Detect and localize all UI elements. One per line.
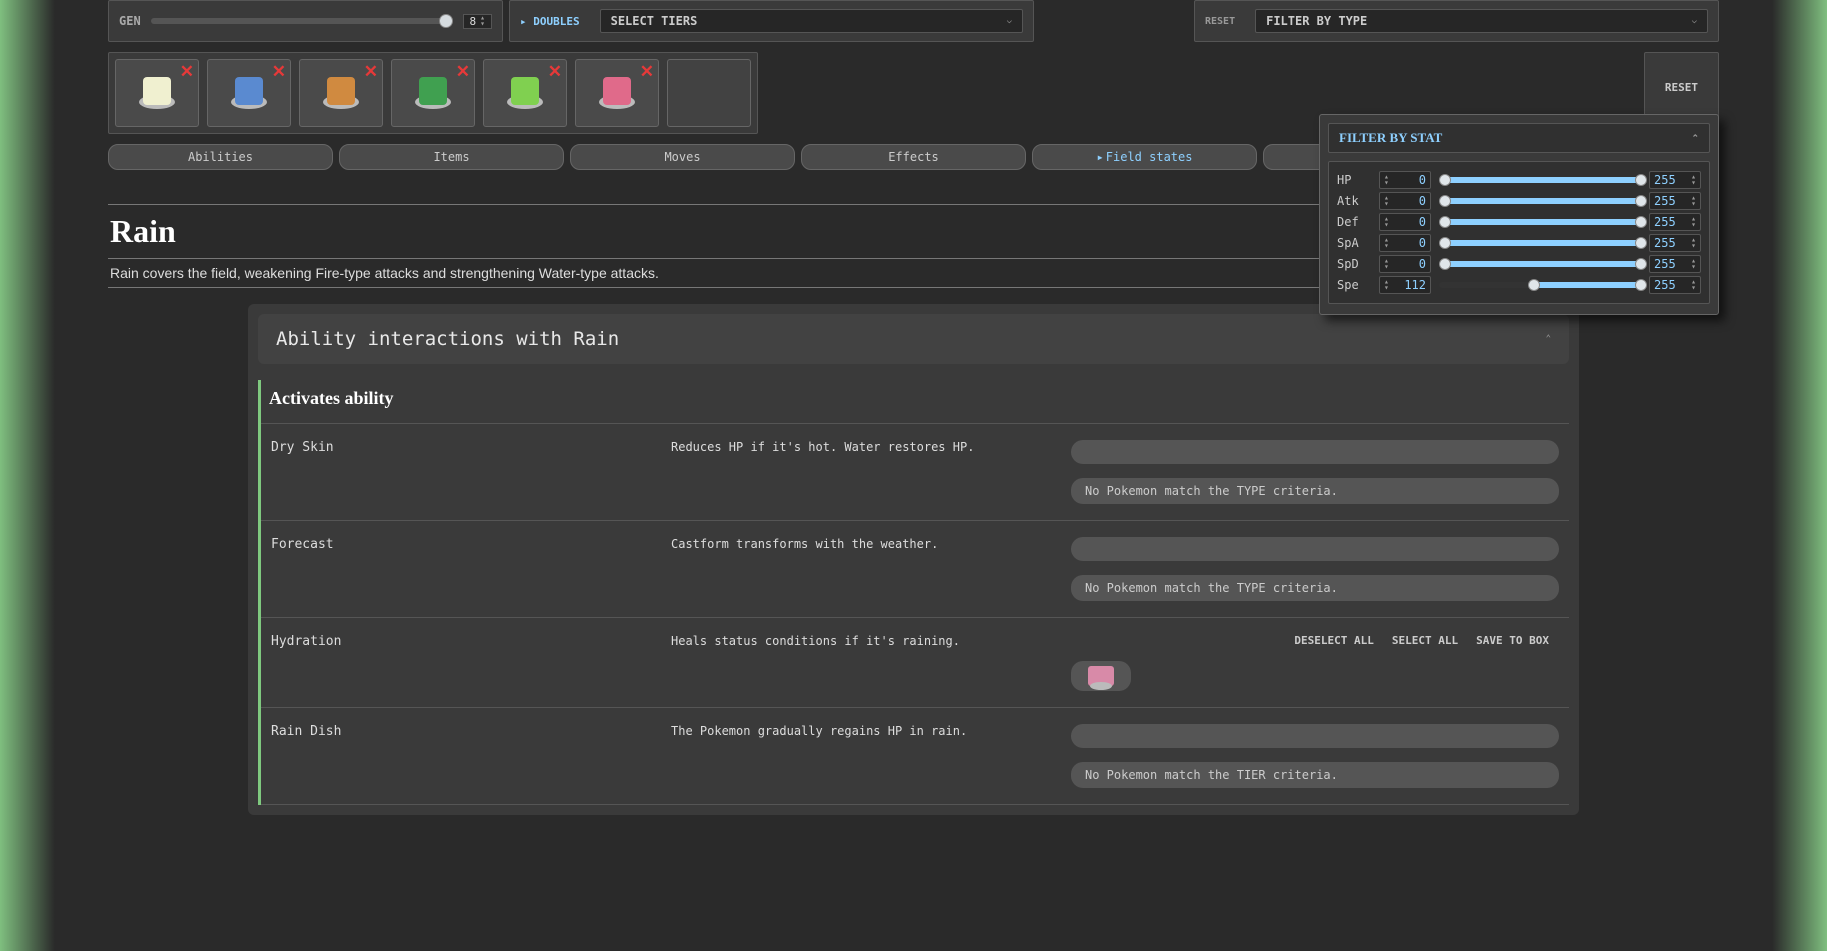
chevron-down-icon: ⌵ xyxy=(1007,16,1012,26)
chevron-down-icon: ⌵ xyxy=(1692,16,1697,26)
stat-max-input[interactable]: 255▴▾ xyxy=(1649,192,1701,210)
stat-label: Spe xyxy=(1337,278,1373,292)
stat-max-input[interactable]: 255▴▾ xyxy=(1649,171,1701,189)
stat-row-spe: Spe ▴▾112 255▴▾ xyxy=(1337,276,1701,294)
stat-min-input[interactable]: ▴▾112 xyxy=(1379,276,1431,294)
result-message: No Pokemon match the TYPE criteria. xyxy=(1071,478,1559,504)
reset-type-button[interactable]: RESET xyxy=(1205,16,1235,27)
team-slot-empty[interactable] xyxy=(667,59,751,127)
team-slot[interactable]: ✕ xyxy=(299,59,383,127)
ability-description: Castform transforms with the weather. xyxy=(671,537,1051,601)
ability-description: The Pokemon gradually regains HP in rain… xyxy=(671,724,1051,788)
stat-label: SpA xyxy=(1337,236,1373,250)
stat-label: Def xyxy=(1337,215,1373,229)
pokemon-chip[interactable] xyxy=(1071,661,1131,691)
tab-field-states[interactable]: Field states xyxy=(1032,144,1257,170)
section-header[interactable]: Ability interactions with Rain ⌃ xyxy=(258,314,1569,364)
close-icon[interactable]: ✕ xyxy=(272,62,286,82)
team-box: ✕ ✕ ✕ ✕ ✕ ✕ xyxy=(108,52,758,134)
team-slot[interactable]: ✕ xyxy=(207,59,291,127)
close-icon[interactable]: ✕ xyxy=(548,62,562,82)
ability-name: Rain Dish xyxy=(271,724,651,788)
filter-type-dropdown[interactable]: FILTER BY TYPE ⌵ xyxy=(1255,9,1708,33)
stat-row-spd: SpD ▴▾0 255▴▾ xyxy=(1337,255,1701,273)
stat-row-spa: SpA ▴▾0 255▴▾ xyxy=(1337,234,1701,252)
stat-row-hp: HP ▴▾0 255▴▾ xyxy=(1337,171,1701,189)
team-slot[interactable]: ✕ xyxy=(391,59,475,127)
stat-label: Atk xyxy=(1337,194,1373,208)
tiers-panel: DOUBLES SELECT TIERS ⌵ xyxy=(509,0,1034,42)
tab-items[interactable]: Items xyxy=(339,144,564,170)
result-message: No Pokemon match the TYPE criteria. xyxy=(1071,575,1559,601)
close-icon[interactable]: ✕ xyxy=(456,62,470,82)
reset-team-button[interactable]: RESET xyxy=(1644,52,1719,123)
gen-label: GEN xyxy=(119,14,141,28)
stat-max-input[interactable]: 255▴▾ xyxy=(1649,255,1701,273)
gen-slider[interactable] xyxy=(151,18,453,24)
stat-min-input[interactable]: ▴▾0 xyxy=(1379,171,1431,189)
save-to-box-button[interactable]: SAVE TO BOX xyxy=(1476,634,1549,647)
close-icon[interactable]: ✕ xyxy=(364,62,378,82)
result-pill xyxy=(1071,440,1559,464)
content-panel: Ability interactions with Rain ⌃ Activat… xyxy=(248,304,1579,815)
stat-filter-header[interactable]: FILTER BY STAT ⌃ xyxy=(1328,123,1710,153)
stat-filter-panel: FILTER BY STAT ⌃ HP▴▾0255▴▾Atk▴▾0255▴▾De… xyxy=(1319,114,1719,315)
tab-abilities[interactable]: Abilities xyxy=(108,144,333,170)
team-slot[interactable]: ✕ xyxy=(115,59,199,127)
stat-range-slider[interactable] xyxy=(1439,240,1641,246)
stat-max-input[interactable]: 255▴▾ xyxy=(1649,234,1701,252)
gen-panel: GEN 8 ▴▾ xyxy=(108,0,503,42)
result-pill xyxy=(1071,537,1559,561)
stat-min-input[interactable]: ▴▾0 xyxy=(1379,192,1431,210)
ability-description: Reduces HP if it's hot. Water restores H… xyxy=(671,440,1051,504)
ability-name: Hydration xyxy=(271,634,651,691)
tab-moves[interactable]: Moves xyxy=(570,144,795,170)
pokemon-sprite-icon xyxy=(1088,666,1114,686)
ability-row: Dry Skin Reduces HP if it's hot. Water re… xyxy=(261,424,1569,521)
stat-min-input[interactable]: ▴▾0 xyxy=(1379,255,1431,273)
deselect-all-button[interactable]: DESELECT ALL xyxy=(1294,634,1373,647)
chevron-up-icon: ⌃ xyxy=(1546,334,1551,344)
tab-effects[interactable]: Effects xyxy=(801,144,1026,170)
team-slot[interactable]: ✕ xyxy=(483,59,567,127)
stat-row-def: Def ▴▾0 255▴▾ xyxy=(1337,213,1701,231)
select-all-button[interactable]: SELECT ALL xyxy=(1392,634,1458,647)
subsection-title: Activates ability xyxy=(261,380,1569,424)
stat-label: SpD xyxy=(1337,257,1373,271)
close-icon[interactable]: ✕ xyxy=(180,62,194,82)
close-icon[interactable]: ✕ xyxy=(640,62,654,82)
ability-name: Forecast xyxy=(271,537,651,601)
stat-range-slider[interactable] xyxy=(1439,261,1641,267)
stat-max-input[interactable]: 255▴▾ xyxy=(1649,213,1701,231)
gen-value-box[interactable]: 8 ▴▾ xyxy=(463,14,492,29)
ability-row: Forecast Castform transforms with the wea… xyxy=(261,521,1569,618)
doubles-toggle[interactable]: DOUBLES xyxy=(520,15,580,28)
ability-row: Hydration Heals status conditions if it's… xyxy=(261,618,1569,708)
stat-row-atk: Atk ▴▾0 255▴▾ xyxy=(1337,192,1701,210)
spinner-icon: ▴▾ xyxy=(480,15,485,27)
select-tiers-dropdown[interactable]: SELECT TIERS ⌵ xyxy=(600,9,1023,33)
stat-range-slider[interactable] xyxy=(1439,282,1641,288)
stat-max-input[interactable]: 255▴▾ xyxy=(1649,276,1701,294)
stat-label: HP xyxy=(1337,173,1373,187)
ability-name: Dry Skin xyxy=(271,440,651,504)
type-filter-panel: RESET FILTER BY TYPE ⌵ xyxy=(1194,0,1719,42)
stat-range-slider[interactable] xyxy=(1439,177,1641,183)
ability-description: Heals status conditions if it's raining. xyxy=(671,634,1051,691)
stat-min-input[interactable]: ▴▾0 xyxy=(1379,213,1431,231)
ability-row: Rain Dish The Pokemon gradually regains H… xyxy=(261,708,1569,805)
chevron-up-icon: ⌃ xyxy=(1691,133,1699,144)
stat-min-input[interactable]: ▴▾0 xyxy=(1379,234,1431,252)
result-pill xyxy=(1071,724,1559,748)
result-message: No Pokemon match the TIER criteria. xyxy=(1071,762,1559,788)
stat-range-slider[interactable] xyxy=(1439,198,1641,204)
stat-range-slider[interactable] xyxy=(1439,219,1641,225)
team-slot[interactable]: ✕ xyxy=(575,59,659,127)
